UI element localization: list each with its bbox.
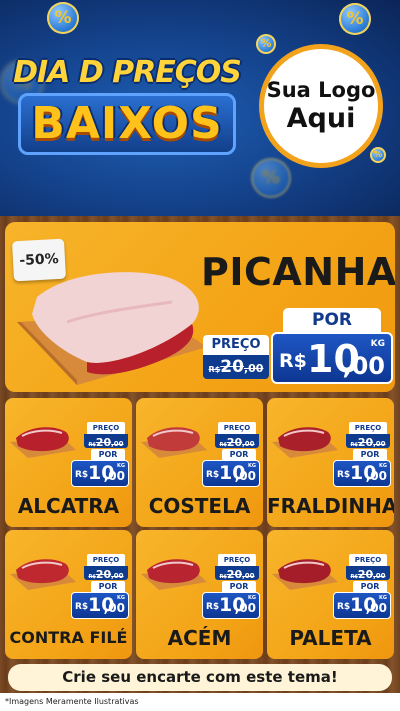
meat-image-icon	[10, 559, 76, 590]
product-name: PALETA	[289, 626, 372, 650]
product-card[interactable]: PREÇO R$20,00 POR R$ 10 KG ,00 CONTRA FILÉ	[5, 530, 132, 659]
discount-badge: -50%	[11, 238, 67, 282]
preco-label: PREÇO	[218, 422, 256, 434]
new-price: R$ 10 KG ,00	[271, 332, 393, 384]
logo-text-line1: Sua Logo	[266, 78, 376, 102]
product-card[interactable]: PREÇO R$20,00 POR R$ 10 KG ,00 ACÉM	[136, 530, 263, 659]
product-card[interactable]: PREÇO R$20,00 POR R$ 10 KG ,00 FRALDINHA	[267, 398, 394, 527]
old-price: R$20,00	[346, 566, 390, 581]
old-price: R$20,00	[215, 434, 259, 449]
new-price: R$ 10 KG ,00	[71, 460, 129, 487]
product-name: COSTELA	[148, 494, 251, 518]
logo-text-line2: Aqui	[286, 103, 356, 134]
preco-label: PREÇO	[349, 422, 387, 434]
new-price: R$ 10 KG ,00	[71, 592, 129, 619]
new-price: R$ 10 KG ,00	[333, 460, 391, 487]
promo-title: DIA D PREÇOS BAIXOS	[8, 55, 246, 161]
meat-image-icon	[272, 559, 338, 590]
por-label: POR	[353, 449, 387, 460]
store-logo-placeholder[interactable]: Sua Logo Aqui	[259, 44, 383, 168]
meat-image-icon	[141, 559, 207, 590]
product-card[interactable]: PREÇO R$20,00 POR R$ 10 KG ,00 COSTELA	[136, 398, 263, 527]
meat-image-icon	[272, 427, 338, 458]
preco-label: PREÇO	[203, 335, 269, 355]
new-price: R$ 10 KG ,00	[202, 592, 260, 619]
header-banner: % % % % % % DIA D PREÇOS BAIXOS Sua Logo…	[0, 0, 400, 216]
old-price: R$20,00	[346, 434, 390, 449]
product-name: CONTRA FILÉ	[9, 628, 128, 647]
preco-label: PREÇO	[218, 554, 256, 566]
por-label: POR	[222, 449, 256, 460]
old-price: R$20,00	[84, 434, 128, 449]
product-name: FRALDINHA	[267, 494, 394, 518]
promo-title-line2: BAIXOS	[18, 93, 236, 155]
percent-badge-icon: %	[251, 158, 291, 198]
old-price: R$20,00	[84, 566, 128, 581]
featured-product-name: PICANHA	[201, 250, 395, 294]
new-price: R$ 10 KG ,00	[333, 592, 391, 619]
product-name: ACÉM	[167, 626, 232, 650]
product-name: ALCATRA	[17, 494, 120, 518]
product-card[interactable]: PREÇO R$20,00 POR R$ 10 KG ,00 PALETA	[267, 530, 394, 659]
percent-badge-icon: %	[256, 34, 276, 54]
product-card[interactable]: PREÇO R$20,00 POR R$ 10 KG ,00 ALCATRA	[5, 398, 132, 527]
por-label: POR	[283, 308, 381, 332]
por-label: POR	[91, 581, 125, 592]
por-label: POR	[91, 449, 125, 460]
preco-label: PREÇO	[349, 554, 387, 566]
meat-image-icon	[10, 427, 76, 458]
old-price: R$20,00	[203, 355, 269, 379]
cta-banner[interactable]: Crie seu encarte com este tema!	[8, 664, 392, 691]
preco-label: PREÇO	[87, 554, 125, 566]
new-price: R$ 10 KG ,00	[202, 460, 260, 487]
percent-badge-icon: %	[47, 2, 79, 34]
featured-product-card[interactable]: -50% PICANHA POR PREÇO R$20,00 R$ 10 KG …	[5, 222, 395, 392]
promo-title-line1: DIA D PREÇOS	[13, 55, 242, 90]
por-label: POR	[222, 581, 256, 592]
preco-label: PREÇO	[87, 422, 125, 434]
por-label: POR	[353, 581, 387, 592]
percent-badge-icon: %	[339, 3, 371, 35]
percent-badge-icon: %	[370, 147, 386, 163]
disclaimer-text: *Imagens Meramente Ilustrativas	[0, 693, 400, 711]
meat-image-icon	[141, 427, 207, 458]
old-price: R$20,00	[215, 566, 259, 581]
